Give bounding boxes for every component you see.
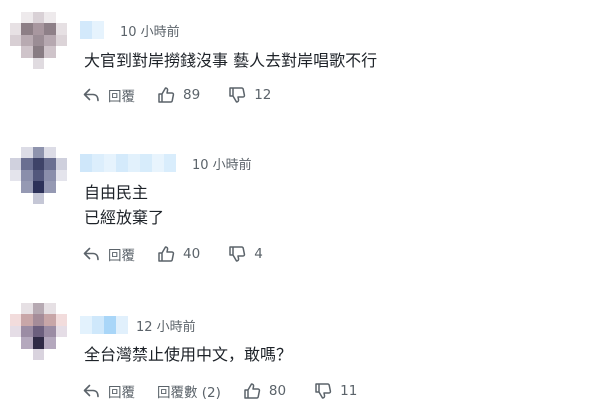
comments-page: { "comments": [ { "time": "10 小時前", "tex… [0,0,613,415]
like-button[interactable]: 40 [157,245,200,263]
reply-arrow-icon [82,86,108,104]
comment-1: 10 小時前 大官到對岸撈錢沒事 藝人去對岸唱歌不行 回覆 89 12 [0,0,613,125]
thumbs-down-icon [228,245,254,263]
replies-count-label: 回覆數 (2) [157,385,221,401]
reply-label: 回覆 [108,89,135,105]
comment-text: 自由民主 已經放棄了 [84,180,164,230]
view-replies-button[interactable]: 回覆數 (2) [157,381,221,401]
timestamp: 10 小時前 [192,157,252,173]
comment-header: 10 小時前 [80,154,252,173]
username-blurred[interactable] [80,154,176,172]
comment-text: 大官到對岸撈錢沒事 藝人去對岸唱歌不行 [84,48,377,73]
dislike-count: 4 [254,246,263,262]
like-button[interactable]: 89 [157,86,200,104]
dislike-button[interactable]: 4 [228,245,263,263]
dislike-count: 12 [254,87,272,103]
timestamp: 12 小時前 [136,319,196,335]
comment-3: 12 小時前 全台灣禁止使用中文，敢嗎？ 回覆 回覆數 (2) 80 11 [0,290,613,415]
timestamp: 10 小時前 [120,24,180,40]
comment-header: 12 小時前 [80,316,196,335]
comment-text-line: 自由民主 [84,183,149,202]
comment-text-line: 大官到對岸撈錢沒事 藝人去對岸唱歌不行 [84,51,378,70]
thumbs-up-icon [157,245,183,263]
reply-button[interactable]: 回覆 [82,85,135,105]
avatar[interactable] [10,303,67,360]
username-blurred[interactable] [80,316,128,334]
avatar[interactable] [10,12,67,69]
dislike-button[interactable]: 11 [314,382,357,400]
comment-text-line: 已經放棄了 [84,208,165,227]
reply-button[interactable]: 回覆 [82,381,135,401]
like-count: 40 [183,246,201,262]
reply-arrow-icon [82,382,108,400]
reply-arrow-icon [82,245,108,263]
dislike-button[interactable]: 12 [228,86,271,104]
like-button[interactable]: 80 [243,382,286,400]
comment-text-line: 全台灣禁止使用中文，敢嗎？ [84,345,293,364]
comment-header: 10 小時前 [80,21,180,40]
comment-actions: 回覆 89 12 [82,85,271,105]
reply-label: 回覆 [108,385,135,401]
thumbs-up-icon [157,86,183,104]
like-count: 80 [268,383,287,399]
comment-actions: 回覆 40 4 [82,244,263,264]
comment-2: 10 小時前 自由民主 已經放棄了 回覆 40 4 [0,125,613,290]
thumbs-down-icon [228,86,254,104]
thumbs-down-icon [314,382,340,400]
comment-text: 全台灣禁止使用中文，敢嗎？ [84,342,292,367]
reply-button[interactable]: 回覆 [82,244,135,264]
like-count: 89 [183,87,201,103]
thumbs-up-icon [243,382,269,400]
avatar[interactable] [10,147,67,204]
dislike-count: 11 [340,383,358,399]
username-blurred[interactable] [80,21,104,39]
reply-label: 回覆 [108,248,135,264]
comment-actions: 回覆 回覆數 (2) 80 11 [82,381,357,401]
